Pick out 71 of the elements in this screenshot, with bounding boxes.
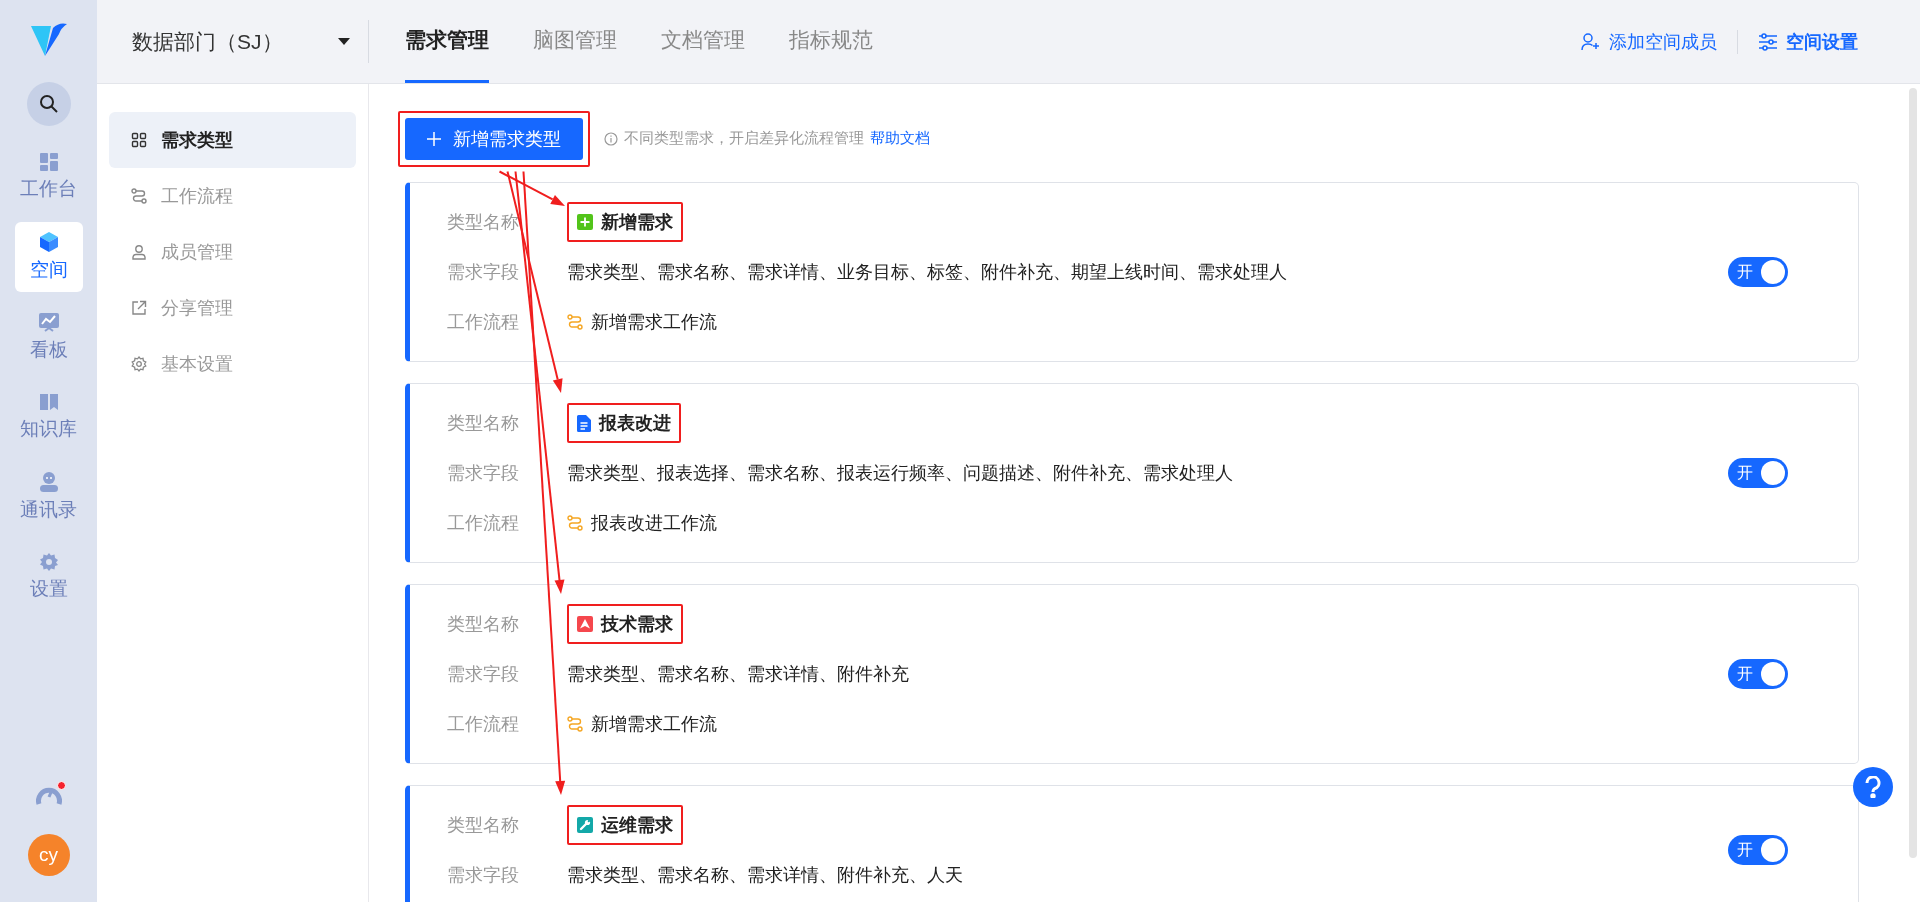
toggle-switch[interactable]: 开: [1728, 835, 1788, 865]
book-icon: [38, 392, 59, 412]
nav-item[interactable]: 设置: [14, 542, 83, 612]
field-list: 需求类型、需求名称、需求详情、业务目标、标签、附件补充、期望上线时间、需求处理人: [567, 260, 1287, 284]
space-settings-button[interactable]: 空间设置: [1737, 29, 1878, 54]
hint-text: 不同类型需求，开启差异化流程管理: [624, 129, 864, 148]
scrollbar[interactable]: [1909, 88, 1917, 858]
sidebar-item[interactable]: 分享管理: [109, 280, 356, 336]
field-label: 工作流程: [447, 713, 520, 736]
field-label: 需求字段: [447, 663, 520, 686]
search-button[interactable]: [26, 82, 71, 126]
workflow-name: 新增需求工作流: [591, 713, 717, 736]
flow-icon: [567, 515, 583, 531]
user-icon: [131, 244, 147, 260]
person-icon: [37, 471, 60, 493]
question-icon: [1865, 776, 1881, 798]
flow-icon: [567, 314, 583, 330]
workspace-dropdown[interactable]: 数据部门（SJ）: [97, 20, 369, 63]
add-type-button[interactable]: 新增需求类型: [404, 117, 583, 160]
type-title: 运维需求: [601, 814, 673, 837]
help-button[interactable]: [1853, 767, 1893, 807]
add-member-link[interactable]: 添加空间成员: [1561, 29, 1737, 54]
chart-icon: [37, 311, 60, 333]
sidebar-item[interactable]: 工作流程: [109, 168, 356, 224]
field-label: 类型名称: [447, 613, 520, 636]
gear-icon: [131, 356, 147, 372]
workflow-name: 新增需求工作流: [591, 311, 717, 334]
field-label: 类型名称: [447, 211, 520, 234]
flow-icon: [567, 716, 583, 732]
field-label: 工作流程: [447, 512, 520, 535]
gear-icon: [38, 552, 59, 572]
field-label: 类型名称: [447, 814, 520, 837]
add-user-icon: [1581, 32, 1601, 51]
sidebar-item[interactable]: 需求类型: [109, 112, 356, 168]
info-icon: [604, 131, 618, 146]
nav-item[interactable]: 空间: [14, 222, 83, 292]
nav-item[interactable]: 知识库: [14, 382, 83, 452]
plus-icon: [426, 131, 441, 146]
search-icon: [38, 94, 59, 114]
toggle-switch[interactable]: 开: [1728, 458, 1788, 488]
field-list: 需求类型、需求名称、需求详情、附件补充、人天: [567, 863, 963, 887]
flow-icon: [131, 188, 147, 204]
tab[interactable]: 需求管理: [405, 0, 489, 83]
field-label: 需求字段: [447, 462, 520, 485]
toggle-switch[interactable]: 开: [1728, 257, 1788, 287]
type-title: 新增需求: [601, 211, 673, 234]
tab[interactable]: 脑图管理: [533, 0, 617, 83]
user-avatar[interactable]: cy: [27, 834, 70, 876]
help-link[interactable]: 帮助文档: [870, 129, 930, 148]
field-list: 需求类型、需求名称、需求详情、附件补充: [567, 662, 909, 686]
sliders-icon: [1758, 32, 1778, 51]
cube-icon: [37, 231, 60, 253]
share-icon: [131, 300, 147, 316]
dashboard-icon: [38, 152, 59, 172]
toggle-switch[interactable]: 开: [1728, 659, 1788, 689]
field-label: 需求字段: [447, 261, 520, 284]
type-title: 报表改进: [599, 412, 671, 435]
field-label: 工作流程: [447, 311, 520, 334]
sidebar-item[interactable]: 基本设置: [109, 336, 356, 392]
grid-icon: [131, 132, 147, 148]
field-list: 需求类型、报表选择、需求名称、报表运行频率、问题描述、附件补充、需求处理人: [567, 461, 1233, 485]
workflow-name: 报表改进工作流: [591, 512, 717, 535]
nav-item[interactable]: 通讯录: [14, 462, 83, 532]
type-title: 技术需求: [601, 613, 673, 636]
tab[interactable]: 文档管理: [661, 0, 745, 83]
field-label: 需求字段: [447, 864, 520, 887]
nav-item[interactable]: 工作台: [14, 142, 83, 212]
field-label: 类型名称: [447, 412, 520, 435]
nav-item[interactable]: 看板: [14, 302, 83, 372]
sidebar-item[interactable]: 成员管理: [109, 224, 356, 280]
tab[interactable]: 指标规范: [789, 0, 873, 83]
